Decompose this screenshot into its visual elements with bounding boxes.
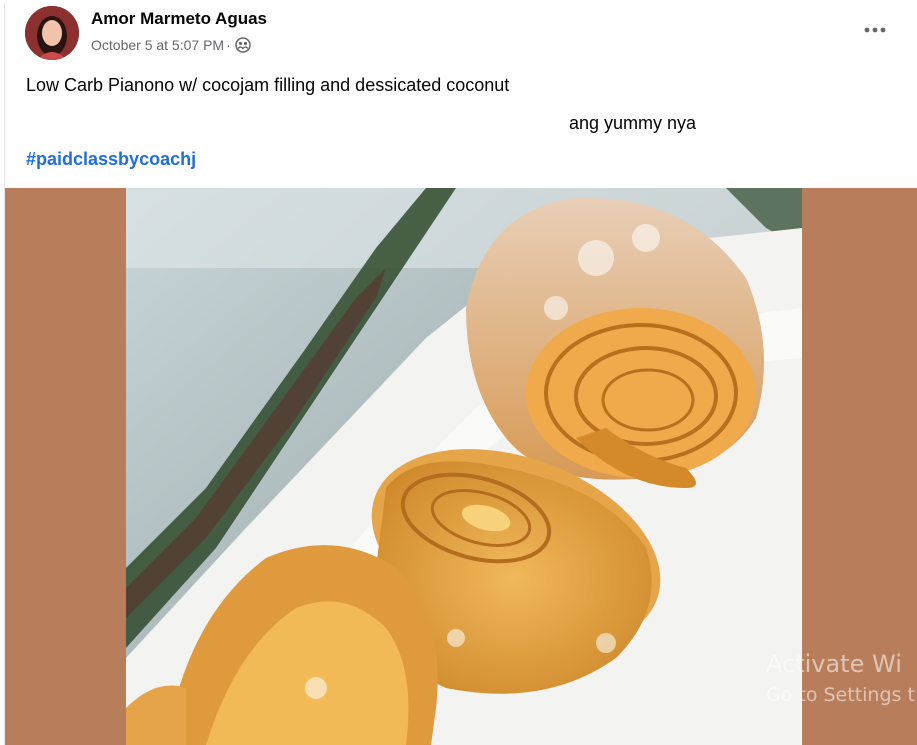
post-text-line-2: ang yummy nya (569, 113, 697, 133)
hashtag-link[interactable]: #paidclassbycoachj (26, 149, 196, 170)
more-options-icon[interactable] (857, 17, 893, 43)
audience-icon[interactable] (235, 37, 251, 53)
post-meta: October 5 at 5:07 PM · (91, 37, 251, 53)
post-card: Amor Marmeto Aguas October 5 at 5:07 PM … (4, 3, 917, 745)
post-timestamp[interactable]: October 5 at 5:07 PM (91, 37, 224, 53)
post-media[interactable] (5, 188, 917, 745)
post-text-line-1: Low Carb Pianono w/ cocojam filling and … (26, 75, 510, 95)
author-name[interactable]: Amor Marmeto Aguas (91, 9, 267, 29)
author-avatar[interactable] (25, 6, 79, 60)
pianono-photo (126, 188, 802, 745)
post-photo[interactable] (126, 188, 802, 745)
avatar-photo (25, 6, 79, 60)
meta-separator: · (226, 37, 231, 53)
